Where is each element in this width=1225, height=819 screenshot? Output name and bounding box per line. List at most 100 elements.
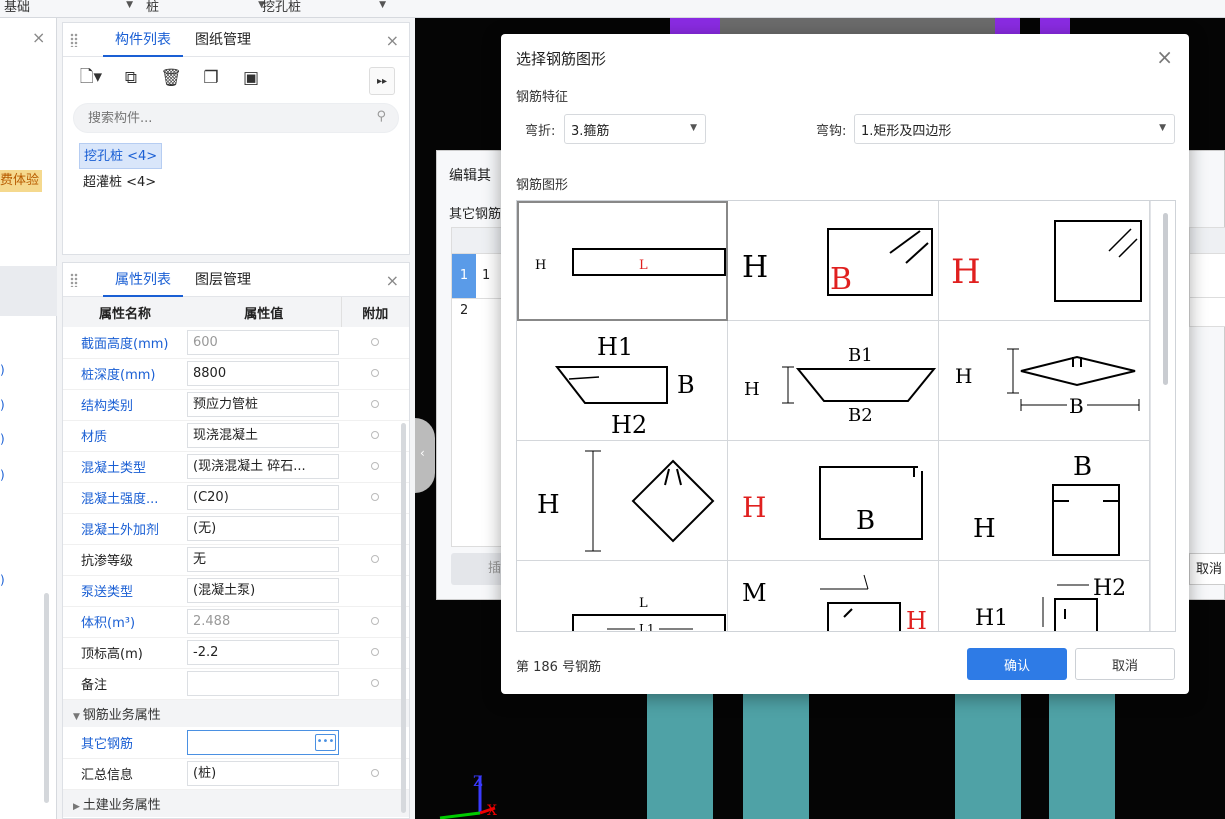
row-number-selected[interactable]: 1 bbox=[452, 254, 476, 298]
shape-label: L1 bbox=[639, 622, 655, 632]
tab-drawing-management[interactable]: 图纸管理 bbox=[183, 23, 263, 57]
property-value[interactable]: (C20) bbox=[187, 485, 339, 510]
tab-layer-management[interactable]: 图层管理 bbox=[183, 263, 263, 297]
property-value[interactable]: (混凝土泵) bbox=[187, 578, 339, 603]
table-row[interactable]: 抗渗等级无 bbox=[63, 544, 409, 576]
shape-cell-10[interactable]: L L1 bbox=[517, 561, 728, 632]
bend-select[interactable]: 3.箍筋 ▼ bbox=[564, 114, 706, 144]
group-label: 钢筋业务属性 bbox=[82, 707, 161, 723]
tab-component-list[interactable]: 构件列表 bbox=[103, 23, 183, 57]
property-value[interactable]: 无 bbox=[187, 547, 339, 572]
more-icon[interactable]: ••• bbox=[315, 733, 336, 751]
selected-rebar-number: 第 186 号钢筋 bbox=[516, 660, 602, 675]
delete-icon[interactable]: 🗑 bbox=[153, 63, 189, 93]
edit-cancel-button[interactable]: 取消 bbox=[1189, 553, 1225, 585]
layer-copy-icon[interactable]: ❐ bbox=[193, 63, 229, 93]
extra-radio[interactable] bbox=[371, 617, 379, 625]
copy-icon[interactable]: ⧉ bbox=[113, 63, 149, 93]
extra-radio[interactable] bbox=[371, 648, 379, 656]
table-row[interactable]: 结构类别 预应力管桩 bbox=[63, 389, 409, 421]
floor-type-combo[interactable]: 基础 ▼ bbox=[4, 0, 139, 16]
collapse-handle[interactable]: ‹ bbox=[415, 418, 435, 493]
more-icon[interactable]: ▸▸ bbox=[369, 67, 395, 95]
drag-handle-icon[interactable] bbox=[70, 33, 78, 47]
extra-radio[interactable] bbox=[371, 337, 379, 346]
row-cell[interactable]: 1 bbox=[482, 268, 490, 283]
confirm-button[interactable]: 确认 bbox=[967, 648, 1067, 680]
group-row[interactable]: ▶ 土建业务属性 bbox=[63, 789, 409, 817]
close-icon[interactable]: × bbox=[32, 28, 45, 47]
shape-cell-12[interactable]: H1 H2 bbox=[939, 561, 1150, 631]
extra-radio[interactable] bbox=[371, 679, 379, 687]
shape-cell-11[interactable]: M H bbox=[728, 561, 939, 631]
selected-nav-row[interactable] bbox=[0, 266, 57, 316]
new-component-icon[interactable]: 🗋▾ bbox=[73, 63, 109, 93]
table-row[interactable]: 混凝土强度... (C20) bbox=[63, 482, 409, 514]
bend-value: 3.箍筋 bbox=[571, 123, 610, 139]
hook-select[interactable]: 1.矩形及四边形 ▼ bbox=[854, 114, 1175, 144]
shape-cell-2[interactable]: H B bbox=[728, 201, 939, 321]
property-value[interactable]: (无) bbox=[187, 516, 339, 541]
expand-icon: ▶ bbox=[73, 801, 83, 812]
shape-cell-3[interactable]: H bbox=[939, 201, 1150, 321]
list-item[interactable]: 超灌桩 <4> bbox=[79, 170, 160, 196]
shape-cell-6[interactable]: H B bbox=[939, 321, 1150, 441]
table-row[interactable]: 泵送类型 (混凝土泵) bbox=[63, 575, 409, 607]
shape-cell-9[interactable]: B H bbox=[939, 441, 1150, 561]
shape-grid-scrollbar[interactable] bbox=[1150, 201, 1175, 631]
cancel-button[interactable]: 取消 bbox=[1075, 648, 1175, 680]
table-row[interactable]: 混凝土类型 (现浇混凝土 碎石... bbox=[63, 451, 409, 483]
scrollbar-thumb[interactable] bbox=[1163, 213, 1168, 385]
table-row[interactable]: 其它钢筋 ••• bbox=[63, 727, 409, 759]
property-list-panel: 属性列表 图层管理 × 属性名称 属性值 附加 截面高度(mm) 600 桩深度(… bbox=[62, 262, 410, 819]
filter-icon[interactable]: ▣ bbox=[233, 63, 269, 93]
close-icon[interactable]: × bbox=[386, 31, 399, 50]
shape-cell-5[interactable]: B1 H B2 bbox=[728, 321, 939, 441]
extra-radio[interactable] bbox=[371, 431, 379, 439]
property-value[interactable]: -2.2 bbox=[187, 640, 339, 665]
trial-badge[interactable]: 费体验 bbox=[0, 170, 42, 192]
extra-radio[interactable] bbox=[371, 400, 379, 408]
shape-cell-8[interactable]: H B bbox=[728, 441, 939, 561]
table-row[interactable]: 备注 bbox=[63, 668, 409, 700]
extra-radio[interactable] bbox=[371, 555, 379, 563]
group-row[interactable]: ▼ 钢筋业务属性 bbox=[63, 699, 409, 727]
table-row[interactable]: 截面高度(mm) 600 bbox=[63, 327, 409, 359]
property-value[interactable]: 预应力管桩 bbox=[187, 392, 339, 417]
tab-property-list[interactable]: 属性列表 bbox=[103, 263, 183, 297]
property-value[interactable]: 600 bbox=[187, 329, 339, 355]
list-item[interactable]: 挖孔桩 <4> bbox=[79, 143, 163, 169]
extra-radio[interactable] bbox=[371, 769, 379, 777]
element-combo[interactable]: 挖孔桩 ▼ bbox=[262, 0, 392, 16]
left-scrollbar[interactable] bbox=[44, 593, 49, 803]
property-value[interactable]: (桩) bbox=[187, 761, 339, 786]
property-value[interactable]: ••• bbox=[187, 729, 339, 755]
extra-radio[interactable] bbox=[371, 369, 379, 377]
table-row[interactable]: 混凝土外加剂 (无) bbox=[63, 513, 409, 545]
extra-radio[interactable] bbox=[371, 493, 379, 501]
shape-label: H bbox=[742, 491, 766, 524]
shape-label: H bbox=[744, 379, 760, 400]
drag-handle-icon[interactable] bbox=[70, 273, 78, 287]
property-value[interactable] bbox=[187, 671, 339, 696]
property-value[interactable]: 现浇混凝土 bbox=[187, 423, 339, 448]
property-value[interactable]: (现浇混凝土 碎石... bbox=[187, 454, 339, 479]
table-row[interactable]: 顶标高(m) -2.2 bbox=[63, 637, 409, 669]
component-search[interactable]: ⚲ bbox=[73, 103, 399, 133]
shape-cell-4[interactable]: H1 B H2 bbox=[517, 321, 728, 441]
property-scrollbar[interactable] bbox=[401, 423, 406, 813]
element-type-combo[interactable]: 桩 ▼ bbox=[146, 0, 271, 16]
extra-radio[interactable] bbox=[371, 462, 379, 470]
table-row[interactable]: 汇总信息 (桩) bbox=[63, 758, 409, 790]
property-value[interactable]: 8800 bbox=[187, 361, 339, 386]
shape-label: H bbox=[535, 258, 546, 273]
search-input[interactable] bbox=[88, 110, 348, 126]
table-row[interactable]: 材质 现浇混凝土 bbox=[63, 420, 409, 452]
table-row[interactable]: 桩深度(mm) 8800 bbox=[63, 358, 409, 390]
shape-cell-1[interactable]: H L bbox=[517, 201, 728, 321]
close-icon[interactable]: × bbox=[1156, 45, 1173, 69]
table-row[interactable]: 体积(m³) 2.488 bbox=[63, 606, 409, 638]
close-icon[interactable]: × bbox=[386, 271, 399, 290]
property-value[interactable]: 2.488 bbox=[187, 609, 339, 634]
shape-cell-7[interactable]: H bbox=[517, 441, 728, 561]
